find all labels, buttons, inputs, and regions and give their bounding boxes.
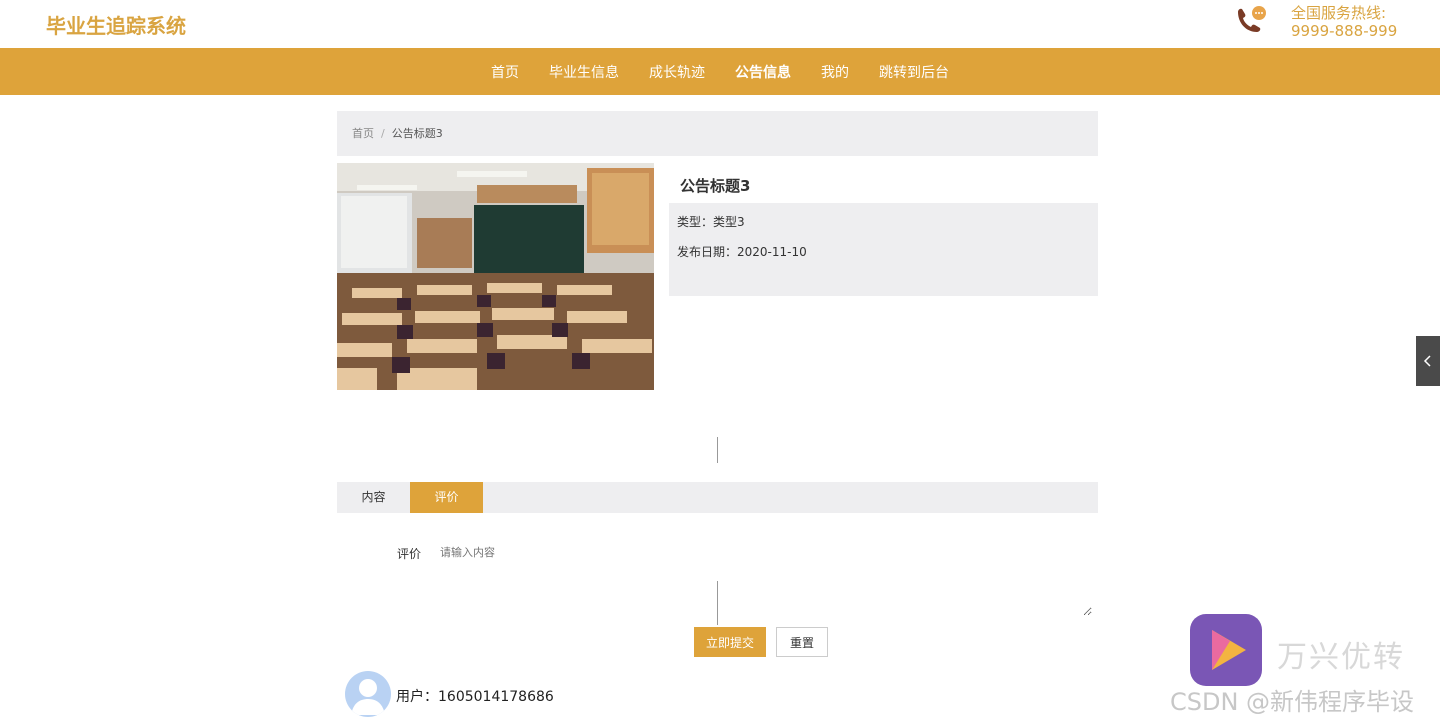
review-label: 评价 (397, 547, 422, 561)
avatar (345, 671, 391, 717)
reset-button[interactable]: 重置 (776, 627, 828, 657)
breadcrumb-separator: / (381, 127, 385, 140)
phone-icon (1238, 6, 1266, 33)
main-nav: 首页 毕业生信息 成长轨迹 公告信息 我的 跳转到后台 (0, 48, 1440, 95)
type-row: 类型：类型3 (677, 213, 745, 230)
hotline-number: 9999-888-999 (1291, 22, 1398, 40)
tab-review[interactable]: 评价 (410, 482, 483, 513)
nav-announcements[interactable]: 公告信息 (735, 62, 791, 82)
announcement-meta: 类型：类型3 发布日期：2020-11-10 (669, 203, 1098, 296)
type-label: 类型： (677, 215, 714, 229)
submit-button[interactable]: 立即提交 (694, 627, 766, 657)
nav-home[interactable]: 首页 (491, 62, 519, 82)
play-icon (1212, 630, 1246, 670)
nav-mine[interactable]: 我的 (821, 62, 849, 82)
nav-backend[interactable]: 跳转到后台 (879, 62, 949, 82)
announcement-title: 公告标题3 (680, 177, 751, 195)
user-icon (351, 679, 385, 715)
csdn-watermark: CSDN @新伟程序毕设 (1170, 688, 1415, 716)
review-input[interactable] (432, 538, 1092, 616)
site-logo[interactable]: 毕业生追踪系统 (46, 10, 186, 39)
watermark-text: 万兴优转 (1277, 640, 1405, 675)
top-header: 毕业生追踪系统 全国服务热线: 9999-888-999 (0, 0, 1440, 48)
hotline-label: 全国服务热线: (1291, 4, 1387, 22)
detail-tabs: 内容 评价 (337, 482, 1098, 513)
watermark-logo (1190, 614, 1262, 686)
hotline: 全国服务热线: 9999-888-999 (1291, 4, 1397, 40)
tab-content[interactable]: 内容 (337, 482, 410, 513)
date-value: 2020-11-10 (737, 245, 807, 259)
nav-graduate-info[interactable]: 毕业生信息 (549, 62, 619, 82)
side-panel-toggle[interactable] (1416, 336, 1440, 386)
date-row: 发布日期：2020-11-10 (677, 243, 807, 260)
divider (717, 437, 718, 463)
breadcrumb-home[interactable]: 首页 (352, 127, 374, 140)
chevron-left-icon (1423, 355, 1431, 367)
comment-user-label: 用户： (396, 689, 438, 705)
type-value: 类型3 (713, 215, 745, 229)
nav-growth-track[interactable]: 成长轨迹 (649, 62, 705, 82)
date-label: 发布日期： (677, 245, 738, 259)
comment-user-id: 1605014178686 (438, 689, 554, 705)
breadcrumb-current: 公告标题3 (391, 127, 443, 140)
breadcrumb: 首页 / 公告标题3 (337, 111, 1098, 156)
text-cursor (717, 581, 718, 625)
comment-user: 用户：1605014178686 (396, 686, 554, 706)
announcement-image (337, 163, 654, 390)
